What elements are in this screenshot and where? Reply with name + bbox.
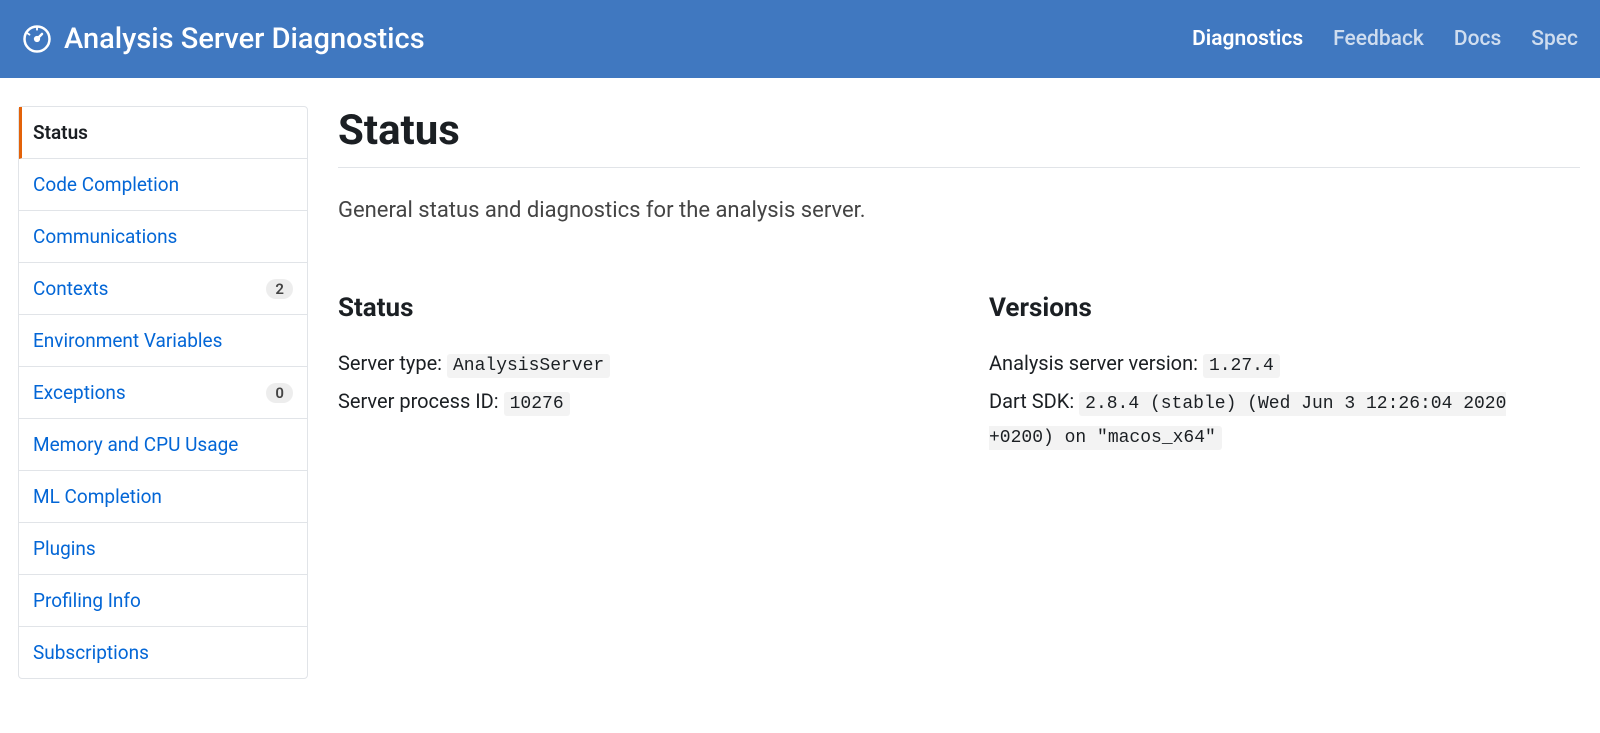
sidebar-item-label: Contexts: [33, 277, 108, 300]
sidebar-badge: 2: [266, 279, 293, 299]
divider: [338, 167, 1580, 168]
nav-docs[interactable]: Docs: [1454, 27, 1501, 51]
sidebar-item-environment-variables[interactable]: Environment Variables: [19, 315, 307, 367]
header-brand: Analysis Server Diagnostics: [22, 22, 425, 56]
sidebar: Status Code Completion Communications Co…: [18, 106, 308, 679]
sidebar-item-label: Status: [33, 121, 88, 144]
sidebar-item-exceptions[interactable]: Exceptions 0: [19, 367, 307, 419]
info-columns: Status Server type: AnalysisServer Serve…: [338, 293, 1580, 456]
app-header: Analysis Server Diagnostics Diagnostics …: [0, 0, 1600, 78]
sidebar-item-ml-completion[interactable]: ML Completion: [19, 471, 307, 523]
server-type-line: Server type: AnalysisServer: [338, 347, 929, 381]
page-container: Status Code Completion Communications Co…: [0, 78, 1600, 679]
sidebar-item-label: Code Completion: [33, 173, 179, 196]
sidebar-item-label: Exceptions: [33, 381, 126, 404]
nav-diagnostics[interactable]: Diagnostics: [1192, 27, 1303, 51]
sidebar-item-label: Plugins: [33, 537, 96, 560]
sidebar-item-status[interactable]: Status: [19, 107, 307, 159]
sidebar-item-communications[interactable]: Communications: [19, 211, 307, 263]
dart-sdk-line: Dart SDK: 2.8.4 (stable) (Wed Jun 3 12:2…: [989, 385, 1580, 453]
sidebar-item-subscriptions[interactable]: Subscriptions: [19, 627, 307, 678]
analysis-server-version-value: 1.27.4: [1203, 354, 1280, 378]
app-title: Analysis Server Diagnostics: [64, 22, 425, 56]
analysis-server-version-label: Analysis server version:: [989, 351, 1203, 375]
server-pid-line: Server process ID: 10276: [338, 385, 929, 419]
sidebar-item-label: ML Completion: [33, 485, 162, 508]
dashboard-icon: [22, 24, 52, 54]
sidebar-item-label: Environment Variables: [33, 329, 222, 352]
status-heading: Status: [338, 293, 929, 323]
nav-spec[interactable]: Spec: [1531, 27, 1578, 51]
server-type-label: Server type:: [338, 351, 447, 375]
analysis-server-version-line: Analysis server version: 1.27.4: [989, 347, 1580, 381]
nav-feedback[interactable]: Feedback: [1333, 27, 1424, 51]
main-content: Status General status and diagnostics fo…: [338, 106, 1600, 679]
header-nav: Diagnostics Feedback Docs Spec: [1192, 27, 1578, 51]
page-subtitle: General status and diagnostics for the a…: [338, 198, 1580, 223]
sidebar-item-memory-cpu[interactable]: Memory and CPU Usage: [19, 419, 307, 471]
page-title: Status: [338, 106, 1580, 155]
sidebar-item-profiling-info[interactable]: Profiling Info: [19, 575, 307, 627]
versions-column: Versions Analysis server version: 1.27.4…: [989, 293, 1580, 456]
sidebar-item-label: Memory and CPU Usage: [33, 433, 238, 456]
sidebar-item-code-completion[interactable]: Code Completion: [19, 159, 307, 211]
sidebar-badge: 0: [266, 383, 293, 403]
sidebar-item-label: Subscriptions: [33, 641, 149, 664]
server-type-value: AnalysisServer: [447, 354, 610, 378]
sidebar-item-plugins[interactable]: Plugins: [19, 523, 307, 575]
sidebar-item-label: Profiling Info: [33, 589, 141, 612]
server-pid-value: 10276: [504, 392, 570, 416]
sidebar-item-label: Communications: [33, 225, 177, 248]
dart-sdk-label: Dart SDK:: [989, 389, 1079, 413]
sidebar-item-contexts[interactable]: Contexts 2: [19, 263, 307, 315]
server-pid-label: Server process ID:: [338, 389, 504, 413]
status-column: Status Server type: AnalysisServer Serve…: [338, 293, 929, 456]
versions-heading: Versions: [989, 293, 1580, 323]
